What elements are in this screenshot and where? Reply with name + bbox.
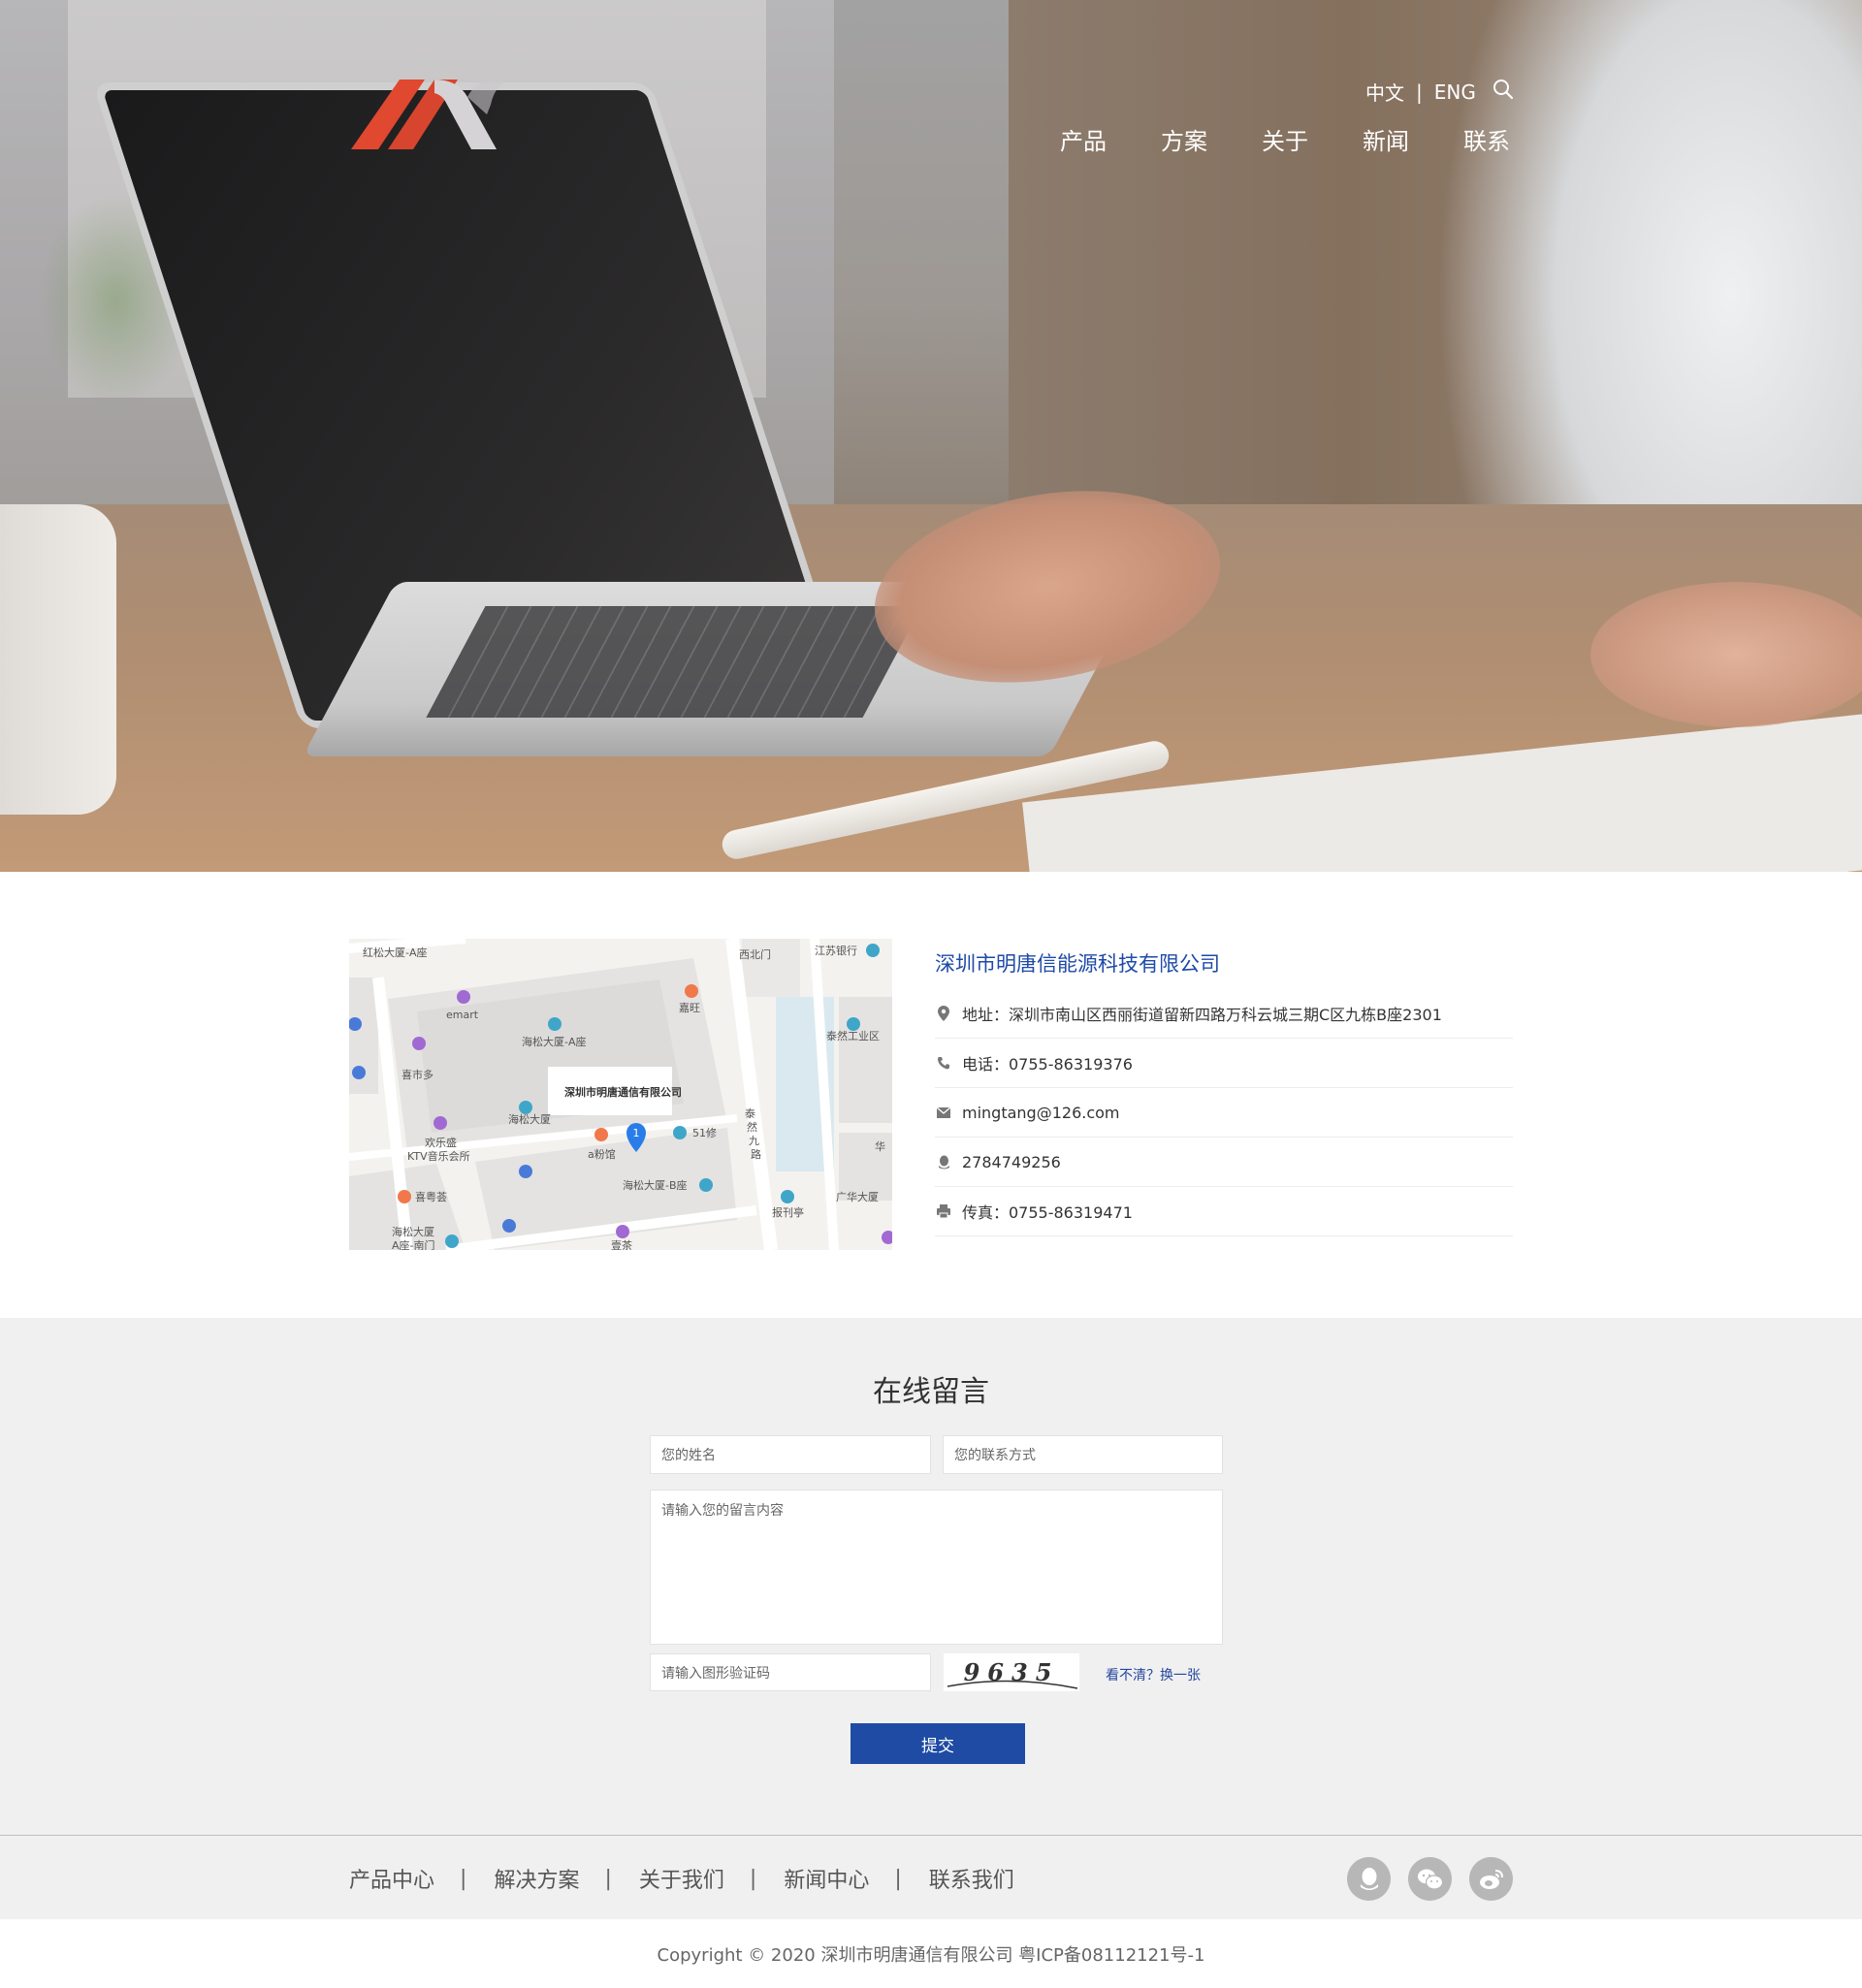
map-label: 路 — [751, 1148, 761, 1161]
nav-item-solutions[interactable]: 方案 — [1161, 124, 1262, 159]
map-label: 海松大厦 — [392, 1225, 434, 1238]
weibo-icon[interactable] — [1469, 1857, 1513, 1901]
map-label: 壹茶 — [611, 1239, 632, 1250]
location-map[interactable]: 1 红松大厦-A座 西北门 江苏银行 emart 嘉旺 海松大厦-A座 泰然工业… — [349, 939, 892, 1250]
qq-text: 2784749256 — [962, 1152, 1061, 1171]
nav-item-about[interactable]: 关于 — [1262, 124, 1363, 159]
footer-separator: | — [460, 1866, 467, 1891]
map-marker-number: 1 — [633, 1127, 640, 1139]
mail-icon — [935, 1104, 952, 1121]
map-label: a粉馆 — [588, 1147, 616, 1161]
name-input[interactable] — [650, 1435, 931, 1474]
fax-text: 传真：0755-86319471 — [962, 1203, 1133, 1222]
nav-item-contact[interactable]: 联系 — [1463, 124, 1510, 159]
company-name: 深圳市明唐信能源科技有限公司 — [935, 952, 1220, 976]
map-label: 海松大厦-B座 — [623, 1178, 688, 1192]
map-label: 华 — [875, 1139, 885, 1153]
footer-link-products[interactable]: 产品中心 — [349, 1863, 434, 1894]
map-label: 欢乐盛 — [425, 1136, 457, 1149]
hero-banner — [0, 0, 1862, 872]
map-label: 然 — [747, 1120, 757, 1134]
map-label: 泰然工业区 — [826, 1029, 880, 1042]
lang-en-link[interactable]: ENG — [1434, 80, 1476, 104]
phone-icon — [935, 1054, 952, 1072]
nav-item-news[interactable]: 新闻 — [1363, 124, 1463, 159]
fax-icon — [935, 1202, 952, 1220]
map-label: 红松大厦-A座 — [363, 946, 428, 959]
wechat-icon[interactable] — [1408, 1857, 1452, 1901]
footer-link-about[interactable]: 关于我们 — [639, 1863, 724, 1894]
footer-nav: 产品中心 | 解决方案 | 关于我们 | 新闻中心 | 联系我们 — [349, 1863, 1014, 1894]
map-label: 海松大厦-A座 — [522, 1035, 587, 1048]
contact-fax: 传真：0755-86319471 — [935, 1187, 1513, 1236]
map-label: emart — [446, 1009, 479, 1021]
submit-button[interactable]: 提交 — [851, 1723, 1025, 1764]
message-content-input[interactable] — [650, 1490, 1223, 1645]
contact-qq: 2784749256 — [935, 1138, 1513, 1187]
qq-icon — [935, 1153, 952, 1170]
map-label: 51修 — [692, 1126, 717, 1139]
contact-method-input[interactable] — [943, 1435, 1223, 1474]
map-label: KTV音乐会所 — [407, 1149, 470, 1163]
map-label: 嘉旺 — [679, 1001, 700, 1014]
map-label: 喜粤荟 — [415, 1190, 447, 1203]
map-label: 广华大厦 — [836, 1190, 879, 1203]
map-label: 海松大厦 — [508, 1112, 551, 1126]
map-label: 喜市多 — [401, 1068, 433, 1081]
message-title: 在线留言 — [873, 1375, 989, 1409]
logo[interactable] — [349, 76, 510, 153]
map-label: 九 — [749, 1135, 759, 1147]
phone-text: 电话：0755-86319376 — [962, 1055, 1133, 1074]
contact-info-list: 地址：深圳市南山区西丽街道留新四路万科云城三期C区九栋B座2301 电话：075… — [935, 989, 1513, 1236]
footer-link-solutions[interactable]: 解决方案 — [494, 1863, 579, 1894]
search-icon[interactable] — [1492, 78, 1515, 101]
map-label: 泰 — [745, 1106, 755, 1120]
footer-separator: | — [604, 1866, 612, 1891]
footer-link-news[interactable]: 新闻中心 — [784, 1863, 869, 1894]
address-text: 地址：深圳市南山区西丽街道留新四路万科云城三期C区九栋B座2301 — [962, 1006, 1442, 1024]
contact-email: mingtang@126.com — [935, 1088, 1513, 1138]
map-company-label: 深圳市明唐通信有限公司 — [564, 1085, 682, 1099]
email-text[interactable]: mingtang@126.com — [962, 1104, 1120, 1122]
captcha-refresh-link[interactable]: 看不清？换一张 — [1106, 1665, 1201, 1684]
main-nav: 产品 方案 关于 新闻 联系 — [1060, 124, 1510, 159]
captcha-image[interactable]: 9635 — [944, 1653, 1079, 1691]
nav-item-products[interactable]: 产品 — [1060, 124, 1161, 159]
language-switch: 中文 | ENG — [1365, 78, 1476, 106]
map-label: 江苏银行 — [815, 944, 857, 957]
contact-address: 地址：深圳市南山区西丽街道留新四路万科云城三期C区九栋B座2301 — [935, 989, 1513, 1039]
map-label: 报刊亭 — [772, 1205, 804, 1219]
footer-separator: | — [894, 1866, 902, 1891]
lang-separator: | — [1416, 80, 1423, 104]
footer-separator: | — [749, 1866, 757, 1891]
contact-phone: 电话：0755-86319376 — [935, 1039, 1513, 1088]
captcha-input[interactable] — [650, 1653, 931, 1691]
qq-icon[interactable] — [1347, 1857, 1391, 1901]
copyright-text: Copyright © 2020 深圳市明唐通信有限公司 粤ICP备081121… — [657, 1945, 1205, 1966]
map-label: A座-南门 — [392, 1238, 435, 1250]
map-label: 西北门 — [739, 947, 771, 961]
location-icon — [935, 1005, 952, 1022]
lang-zh-link[interactable]: 中文 — [1365, 78, 1404, 106]
footer-link-contact[interactable]: 联系我们 — [929, 1863, 1014, 1894]
